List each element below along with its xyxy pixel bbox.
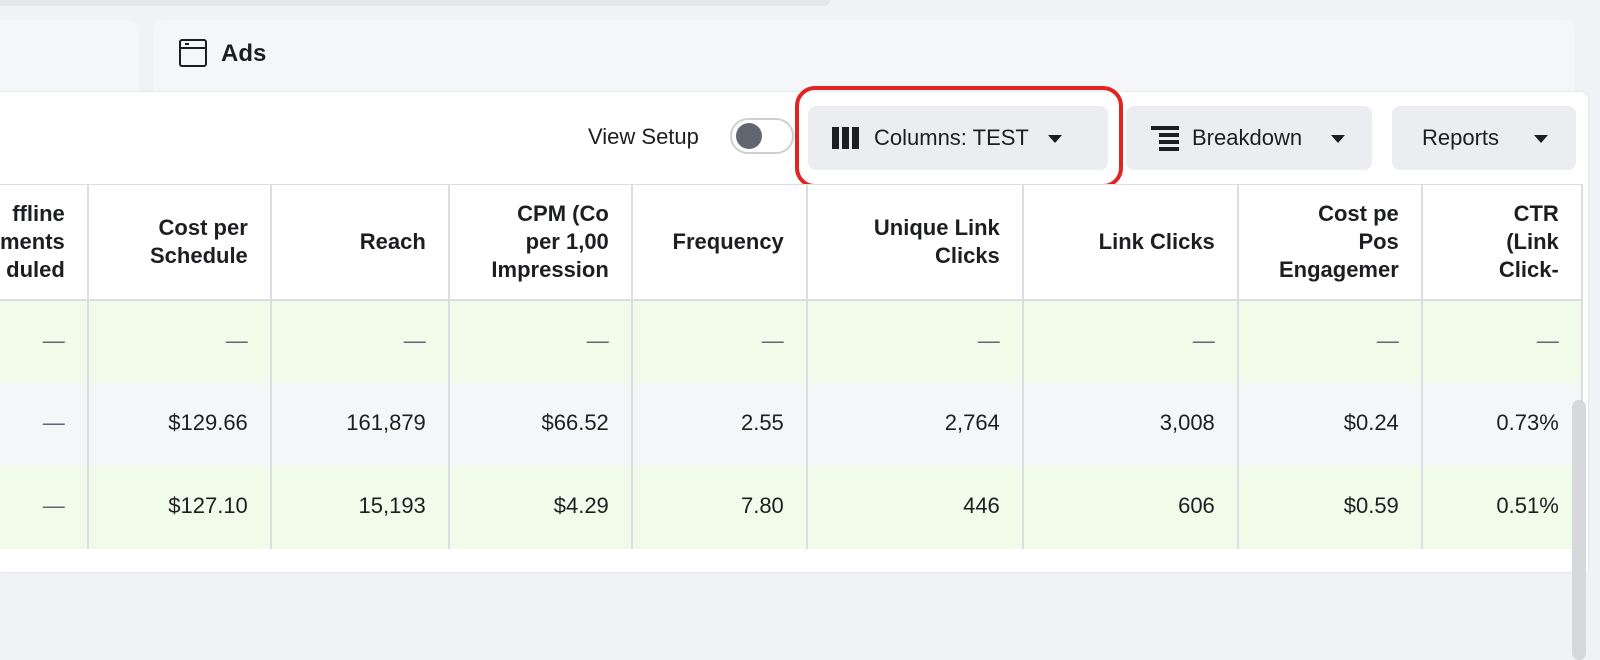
table-cell: — bbox=[0, 382, 89, 466]
table-row[interactable]: — $127.10 15,193 $4.29 7.80 446 606 $0.59 0.51% bbox=[0, 465, 1583, 549]
column-header[interactable]: CTR (Link Click- bbox=[1421, 184, 1583, 301]
view-setup-label: View Setup bbox=[588, 124, 699, 149]
table-toolbar: View Setup Columns: TEST Breakdown Repor… bbox=[0, 86, 1588, 188]
column-header[interactable]: Unique Link Clicks bbox=[806, 184, 1024, 301]
table-cell: — bbox=[631, 299, 808, 383]
table-cell: $0.59 bbox=[1237, 465, 1423, 549]
table-cell: — bbox=[1022, 299, 1239, 383]
column-header[interactable]: ffline ments duled bbox=[0, 184, 89, 301]
table-row[interactable]: — $129.66 161,879 $66.52 2.55 2,764 3,008 $0.24… bbox=[0, 382, 1583, 466]
table-cell: $129.66 bbox=[87, 382, 272, 466]
data-table: ffline ments duled Cost per Schedule Reach CPM… bbox=[0, 184, 1588, 660]
breakdown-icon bbox=[1151, 126, 1179, 151]
table-cell: — bbox=[270, 299, 450, 383]
reports-label: Reports bbox=[1422, 125, 1500, 150]
table-cell: $127.10 bbox=[87, 465, 272, 549]
table-cell: 0.51% bbox=[1421, 465, 1583, 549]
column-header[interactable]: Frequency bbox=[631, 184, 808, 301]
table-cell: — bbox=[1237, 299, 1423, 383]
table-cell: 446 bbox=[806, 465, 1024, 549]
table-header-row: ffline ments duled Cost per Schedule Reach CPM… bbox=[0, 184, 1583, 301]
top-strip bbox=[0, 0, 830, 6]
table-cell: 2,764 bbox=[806, 382, 1024, 466]
reports-button[interactable]: Reports bbox=[1392, 106, 1576, 170]
table-cell: 15,193 bbox=[270, 465, 450, 549]
column-header[interactable]: Link Clicks bbox=[1022, 184, 1239, 301]
table-cell: — bbox=[87, 299, 272, 383]
table-cell: — bbox=[448, 299, 633, 383]
table-panel: View Setup Columns: TEST Breakdown Repor… bbox=[0, 86, 1588, 660]
table-row[interactable]: — — — — — — — — — bbox=[0, 299, 1583, 383]
breakdown-label: Breakdown bbox=[1192, 125, 1303, 150]
ads-title: Ads bbox=[221, 40, 267, 67]
toggle-knob bbox=[736, 123, 762, 149]
table-cell: $0.24 bbox=[1237, 382, 1423, 466]
table-cell: — bbox=[806, 299, 1024, 383]
chevron-down-icon bbox=[1534, 135, 1548, 143]
table-cell: $66.52 bbox=[448, 382, 633, 466]
vertical-scrollbar[interactable] bbox=[1572, 400, 1586, 660]
table-cell: 0.73% bbox=[1421, 382, 1583, 466]
column-header[interactable]: Cost pe Pos Engagemer bbox=[1237, 184, 1423, 301]
column-header[interactable]: Reach bbox=[270, 184, 450, 301]
table-cell: — bbox=[1421, 299, 1583, 383]
columns-highlight-box bbox=[795, 86, 1123, 188]
column-header[interactable]: CPM (Co per 1,00 Impression bbox=[448, 184, 633, 301]
column-header[interactable]: Cost per Schedule bbox=[87, 184, 272, 301]
view-setup-toggle[interactable] bbox=[730, 118, 794, 154]
breakdown-button[interactable]: Breakdown bbox=[1126, 106, 1372, 170]
table-cell: — bbox=[0, 299, 89, 383]
table-cell: 7.80 bbox=[631, 465, 808, 549]
chevron-down-icon bbox=[1331, 135, 1345, 143]
table-cell: $4.29 bbox=[448, 465, 633, 549]
table-cell: 2.55 bbox=[631, 382, 808, 466]
left-card bbox=[0, 20, 139, 100]
table-cell: — bbox=[0, 465, 89, 549]
table-cell: 161,879 bbox=[270, 382, 450, 466]
table-cell: 606 bbox=[1022, 465, 1239, 549]
table-cell: 3,008 bbox=[1022, 382, 1239, 466]
ads-window-icon bbox=[179, 39, 207, 67]
